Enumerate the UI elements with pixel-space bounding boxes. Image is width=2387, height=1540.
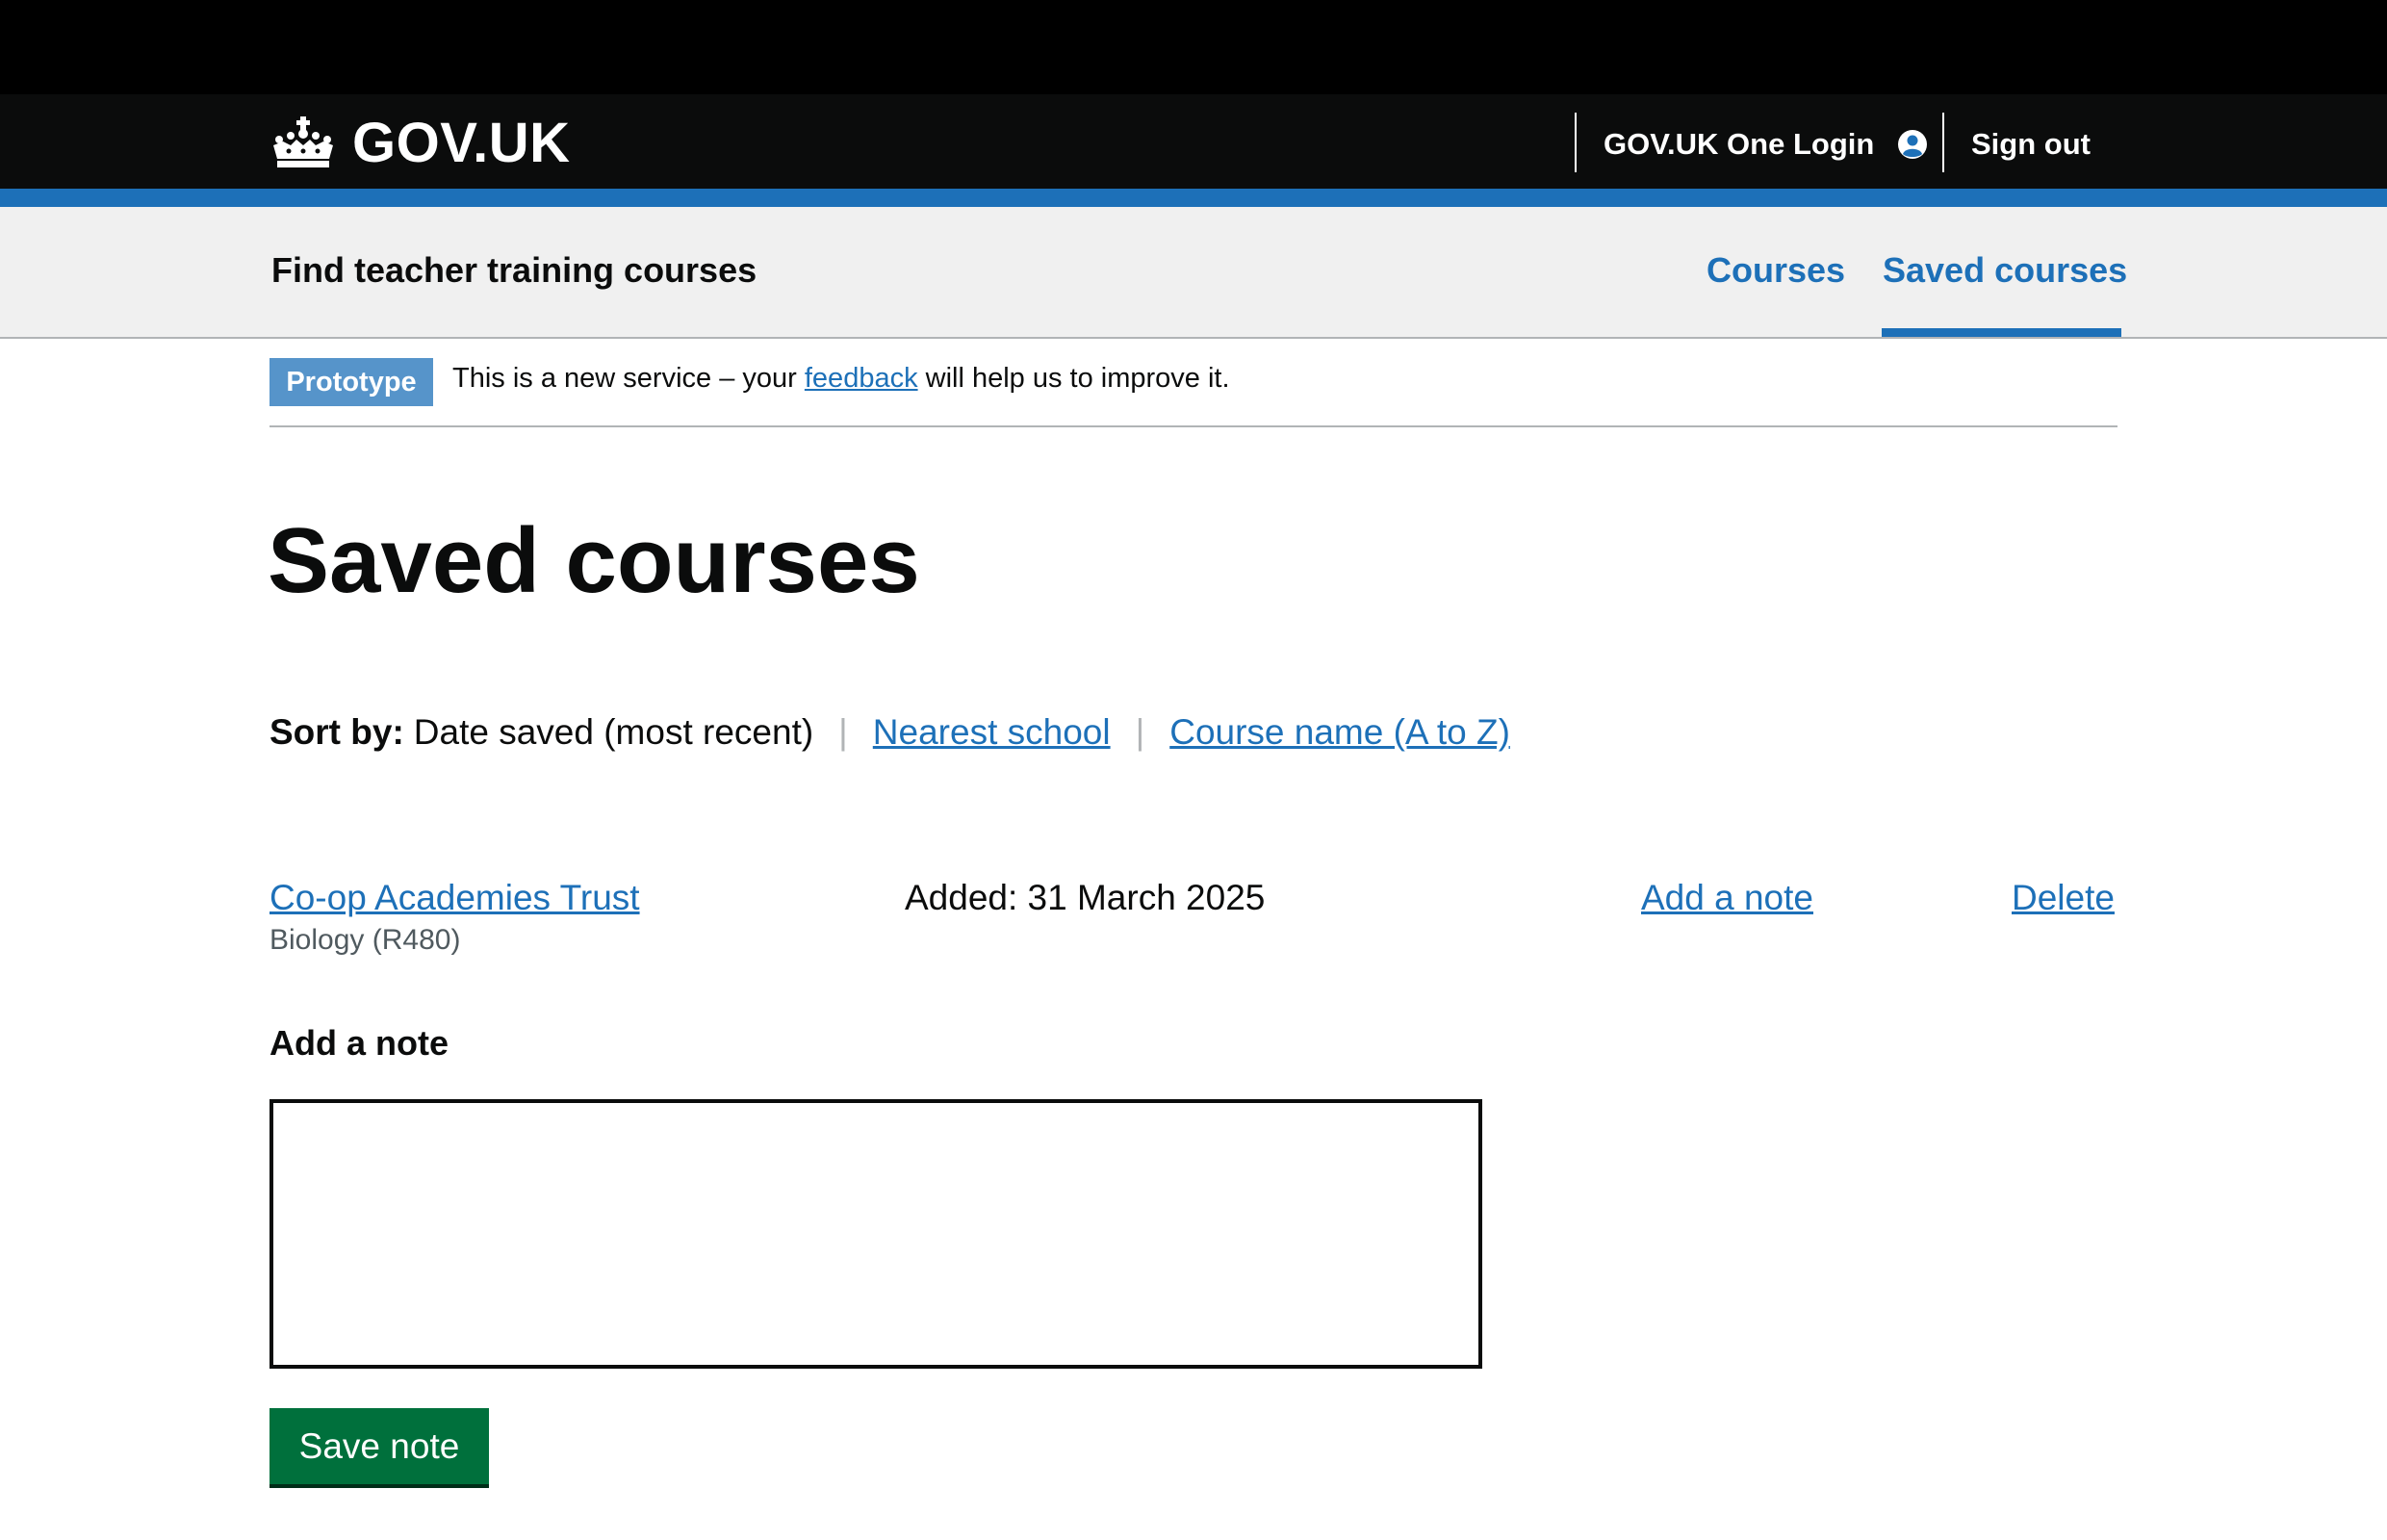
- course-provider-link[interactable]: Co-op Academies Trust: [270, 878, 640, 918]
- note-textarea[interactable]: [270, 1099, 1482, 1369]
- top-strip: [0, 0, 2387, 94]
- phase-text-after: will help us to improve it.: [925, 363, 1230, 394]
- one-login-label: GOV.UK One Login: [1604, 127, 1875, 161]
- sort-nearest-school-link[interactable]: Nearest school: [873, 712, 1111, 753]
- course-name: Biology (R480): [270, 924, 461, 956]
- phase-tag: Prototype: [270, 358, 433, 406]
- page-title: Saved courses: [268, 509, 920, 612]
- sort-current: Date saved (most recent): [413, 712, 814, 752]
- note-label: Add a note: [270, 1023, 449, 1063]
- user-account-icon: [1897, 129, 1928, 160]
- sort-separator: |: [838, 712, 848, 752]
- govuk-logo-link[interactable]: GOV.UK: [270, 111, 570, 174]
- feedback-link[interactable]: feedback: [805, 363, 918, 394]
- sort-course-name-link[interactable]: Course name (A to Z): [1169, 712, 1510, 753]
- nav-item-saved-courses[interactable]: Saved courses: [1883, 250, 2127, 291]
- phase-banner-text: This is a new service – your feedback wi…: [452, 363, 1230, 395]
- crown-icon: [270, 116, 337, 168]
- phase-banner-rule: [270, 425, 2118, 427]
- sign-out-link[interactable]: Sign out: [1971, 120, 2091, 168]
- delete-link[interactable]: Delete: [2012, 878, 2115, 918]
- phase-text-before: This is a new service – your: [452, 363, 797, 394]
- added-date: Added: 31 March 2025: [905, 878, 1266, 917]
- header-divider: [1575, 113, 1577, 172]
- sort-separator: |: [1135, 712, 1145, 752]
- nav-active-indicator: [1882, 328, 2121, 337]
- service-name: Find teacher training courses: [271, 250, 757, 290]
- save-note-button[interactable]: Save note: [270, 1408, 489, 1484]
- header-blue-rule: [0, 189, 2387, 207]
- one-login-link[interactable]: GOV.UK One Login: [1604, 120, 1928, 168]
- nav-item-courses[interactable]: Courses: [1707, 250, 1845, 291]
- add-note-link[interactable]: Add a note: [1641, 878, 1813, 918]
- sort-label: Sort by:: [270, 712, 404, 752]
- header-divider: [1942, 113, 1944, 172]
- logo-text: GOV.UK: [352, 111, 571, 174]
- sort-options: Sort by: Date saved (most recent) | Near…: [270, 712, 1510, 753]
